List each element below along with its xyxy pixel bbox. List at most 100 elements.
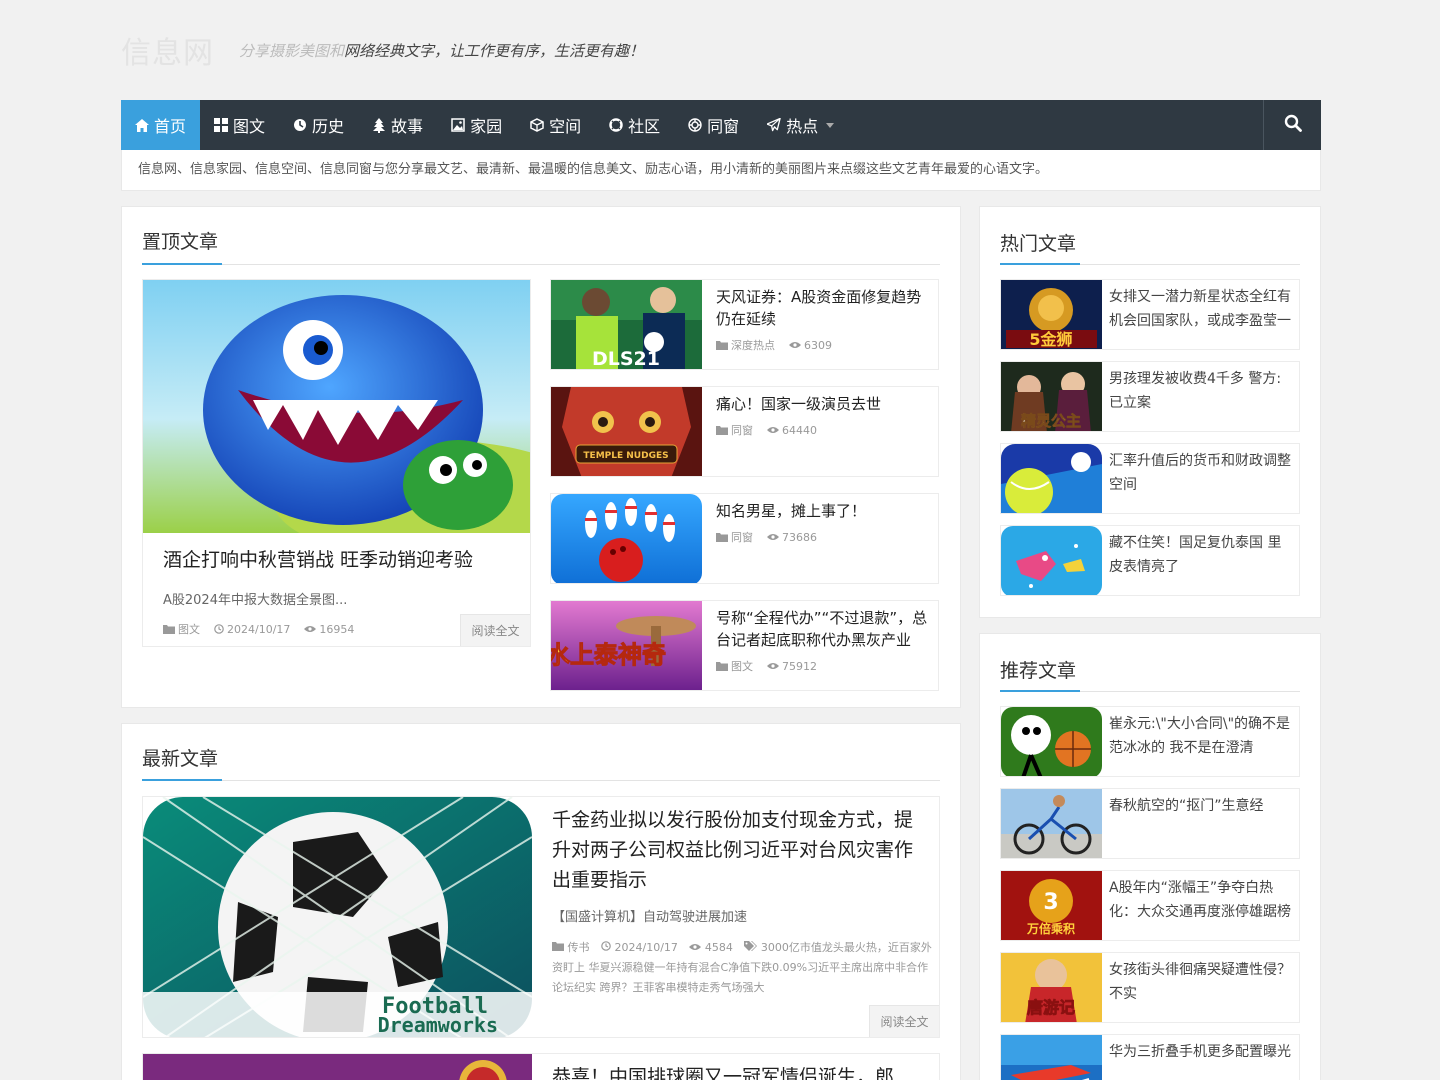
nav-item-home-garden[interactable]: 家园: [437, 100, 516, 150]
hot-item-thumbnail[interactable]: [1001, 526, 1102, 596]
hot-item-title[interactable]: 藏不住笑！国足复仇泰国 里皮表情亮了: [1109, 531, 1293, 579]
sticky-title: 置顶文章: [142, 231, 219, 253]
nav-item-label: 历史: [312, 117, 345, 136]
sticky-item-category[interactable]: 图文: [716, 658, 753, 674]
recommend-item-title[interactable]: A股年内“涨幅王”争夺白热化：大众交通再度涨停雄踞榜: [1109, 876, 1293, 924]
latest-article-desc: 【国盛计算机】自动驾驶进展加速: [552, 910, 748, 925]
sticky-item-title[interactable]: 号称“全程代办”“不过退款”，总台记者起底职称代办黑灰产业: [716, 607, 930, 651]
recommend-item[interactable]: 春秋航空的“抠门”生意经: [1000, 788, 1300, 859]
latest-article-title[interactable]: 千金药业拟以发行股份加支付现金方式，提升对两子公司权益比例习近平对台风灾害作出重…: [552, 805, 922, 895]
latest-thumbnail[interactable]: [143, 1054, 532, 1080]
sticky-item-title[interactable]: 天风证券：A股资金面修复趋势仍在延续: [716, 286, 930, 330]
nav-item-community[interactable]: 社区: [595, 100, 674, 150]
hot-item[interactable]: 汇率升值后的货币和财政调整空间: [1000, 443, 1300, 514]
recommend-item-thumbnail[interactable]: [1001, 789, 1102, 859]
hot-item-thumbnail[interactable]: 5金狮: [1001, 280, 1102, 350]
nav-item-label: 家园: [470, 117, 503, 136]
featured-article[interactable]: 酒企打响中秋营销战 旺季动销迎考验 A股2024年中报大数据全景图... 图文 …: [142, 279, 531, 647]
recommend-item[interactable]: 3 万倍乘积 A股年内“涨幅王”争夺白热化：大众交通再度涨停雄踞榜: [1000, 870, 1300, 941]
sticky-item[interactable]: 水上泰神奇 号称“全程代办”“不过退款”，总台记者起底职称代办黑灰产业 图文 7…: [550, 600, 939, 691]
sticky-item-title[interactable]: 知名男星，摊上事了！: [716, 500, 930, 522]
lifebuoy-icon: [609, 118, 623, 132]
recommend-item[interactable]: 崔永元:\"大小合同\"的确不是范冰冰的 我不是在澄清: [1000, 706, 1300, 777]
nav-item-label: 社区: [628, 117, 661, 136]
featured-desc: A股2024年中报大数据全景图...: [163, 593, 348, 608]
recommend-item-thumbnail[interactable]: 3 万倍乘积: [1001, 871, 1102, 941]
sticky-item-thumbnail[interactable]: DLS21: [551, 280, 702, 370]
folder-icon: [716, 533, 728, 542]
svg-text:Dreamworks: Dreamworks: [378, 1013, 498, 1037]
eye-icon: [689, 944, 702, 950]
sticky-item-meta: 同窗 73686: [716, 529, 817, 545]
featured-views: 16954: [304, 623, 354, 636]
recommend-item-title[interactable]: 女孩街头徘徊痛哭疑遭性侵？不实: [1109, 958, 1293, 1006]
nav-item-classmates[interactable]: 同窗: [674, 100, 753, 150]
sticky-item-views: 64440: [767, 424, 817, 437]
eye-icon: [304, 626, 317, 632]
featured-category[interactable]: 图文: [163, 621, 200, 637]
sticky-title-underline: [142, 263, 940, 265]
hot-item-title[interactable]: 女排又一潜力新星状态全红有机会回国家队，或成李盈莹一: [1109, 285, 1293, 333]
nav-item-space[interactable]: 空间: [516, 100, 595, 150]
sticky-item-title[interactable]: 痛心！国家一级演员去世: [716, 393, 930, 415]
slogan-fade: 分享摄影美图和: [239, 42, 345, 60]
site-logo[interactable]: 信息网: [121, 28, 214, 72]
latest-article[interactable]: Football Dreamworks 千金药业拟以发行股份加支付现金方式，提升…: [142, 796, 940, 1038]
hot-item-thumbnail[interactable]: [1001, 444, 1102, 514]
search-button[interactable]: [1263, 100, 1321, 150]
nav-item-tuwen[interactable]: 图文: [200, 100, 279, 150]
nav-item-hot[interactable]: 热点: [753, 100, 848, 150]
nav-item-home[interactable]: 首页: [121, 100, 201, 150]
nav-item-label: 首页: [154, 117, 187, 136]
svg-text:3: 3: [1043, 890, 1058, 915]
sticky-item-thumbnail[interactable]: TEMPLE NUDGES: [551, 387, 702, 477]
hot-item-title[interactable]: 汇率升值后的货币和财政调整空间: [1109, 449, 1293, 497]
folder-icon: [716, 426, 728, 435]
folder-icon: [163, 625, 175, 634]
recommend-item-thumbnail[interactable]: 唐游记: [1001, 953, 1102, 1023]
recommend-item-title[interactable]: 崔永元:\"大小合同\"的确不是范冰冰的 我不是在澄清: [1109, 712, 1293, 760]
sticky-item-thumbnail[interactable]: [551, 494, 702, 584]
latest-article-date: 2024/10/17: [601, 941, 678, 954]
latest-title-underline: [142, 779, 940, 781]
latest-article-title[interactable]: 恭喜！中国排球圈又一冠军情侣诞生，郎: [552, 1062, 894, 1080]
hot-title: 热门文章: [1000, 233, 1077, 255]
featured-readmore-button[interactable]: 阅读全文: [460, 614, 530, 646]
sticky-item-category[interactable]: 深度热点: [716, 337, 775, 353]
sticky-item-thumbnail[interactable]: 水上泰神奇: [551, 601, 702, 691]
search-icon: [1284, 114, 1302, 136]
recommend-item-thumbnail[interactable]: [1001, 707, 1102, 777]
latest-title: 最新文章: [142, 748, 219, 770]
slogan-text: 网络经典文字，让工作更有序，生活更有趣！: [344, 42, 645, 60]
latest-readmore-button[interactable]: 阅读全文: [869, 1005, 939, 1037]
nav-item-story[interactable]: 故事: [358, 100, 437, 150]
sticky-item[interactable]: TEMPLE NUDGES 痛心！国家一级演员去世 同窗 64440: [550, 386, 939, 477]
recommend-item[interactable]: 唐游记 女孩街头徘徊痛哭疑遭性侵？不实: [1000, 952, 1300, 1023]
recommend-item-title[interactable]: 华为三折叠手机更多配置曝光: [1109, 1040, 1293, 1064]
latest-thumbnail[interactable]: Football Dreamworks: [143, 797, 532, 1038]
image-icon: [214, 118, 229, 132]
recommend-item[interactable]: 华为三折叠手机更多配置曝光: [1000, 1034, 1300, 1080]
cube-icon: [530, 118, 544, 132]
sticky-item[interactable]: DLS21 天风证券：A股资金面修复趋势仍在延续 深度热点 6309: [550, 279, 939, 370]
nav-item-label: 热点: [786, 117, 819, 136]
hot-item-thumbnail[interactable]: 精灵公主: [1001, 362, 1102, 432]
recommend-item-thumbnail[interactable]: [1001, 1035, 1102, 1080]
sticky-item-meta: 同窗 64440: [716, 422, 817, 438]
featured-thumbnail[interactable]: [143, 280, 531, 533]
eye-icon: [789, 342, 801, 348]
nav-item-history[interactable]: 历史: [279, 100, 358, 150]
recommend-item-title[interactable]: 春秋航空的“抠门”生意经: [1109, 794, 1293, 818]
hot-item[interactable]: 藏不住笑！国足复仇泰国 里皮表情亮了: [1000, 525, 1300, 596]
site-slogan: 分享摄影美图和网络经典文字，让工作更有序，生活更有趣！: [239, 40, 644, 61]
sticky-item-meta: 深度热点 6309: [716, 337, 832, 353]
latest-article[interactable]: 恭喜！中国排球圈又一冠军情侣诞生，郎: [142, 1053, 940, 1080]
hot-item[interactable]: 精灵公主 男孩理发被收费4千多 警方:已立案: [1000, 361, 1300, 432]
sticky-item-category[interactable]: 同窗: [716, 529, 753, 545]
hot-item-title[interactable]: 男孩理发被收费4千多 警方:已立案: [1109, 367, 1293, 415]
featured-title[interactable]: 酒企打响中秋营销战 旺季动销迎考验: [163, 545, 473, 572]
latest-article-category[interactable]: 传书: [552, 941, 590, 954]
sticky-item-category[interactable]: 同窗: [716, 422, 753, 438]
sticky-item[interactable]: 知名男星，摊上事了！ 同窗 73686: [550, 493, 939, 584]
hot-item[interactable]: 5金狮 女排又一潜力新星状态全红有机会回国家队，或成李盈莹一: [1000, 279, 1300, 350]
